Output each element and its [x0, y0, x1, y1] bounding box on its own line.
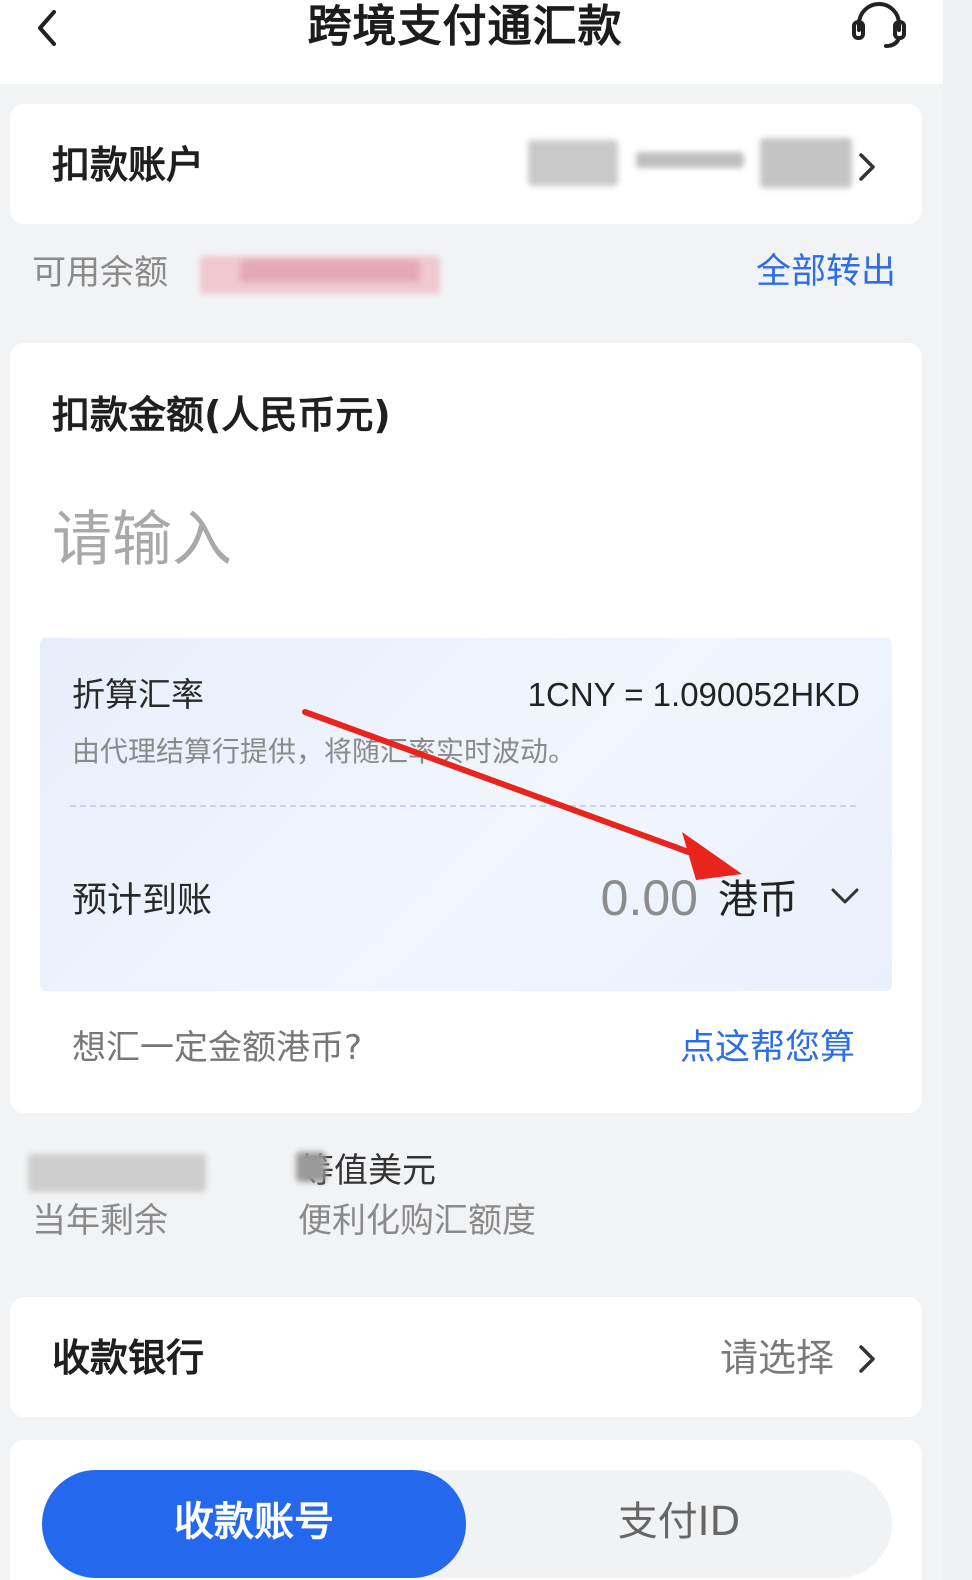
transfer-all-button[interactable]: 全部转出 [756, 248, 896, 296]
divider [70, 805, 856, 807]
usd-label-mask [296, 1152, 326, 1182]
page-title: 跨境支付通汇款 [307, 1, 623, 52]
calc-hint-text: 想汇一定金额港币? [72, 1028, 363, 1068]
tab-payment-id[interactable]: 支付ID [466, 1470, 892, 1578]
tab-account-number[interactable]: 收款账号 [42, 1470, 466, 1578]
available-balance-masked-value [200, 252, 440, 296]
chevron-right-icon[interactable] [856, 150, 878, 184]
exchange-rate-label: 折算汇率 [72, 675, 204, 714]
expected-amount-label: 预计到账 [72, 881, 213, 921]
payee-bank-label: 收款银行 [52, 1336, 205, 1380]
expected-amount-value: 0.00 [600, 870, 698, 926]
headset-icon [852, 2, 906, 48]
debit-account-label: 扣款账户 [52, 143, 205, 187]
calculate-link[interactable]: 点这帮您算 [680, 1024, 855, 1072]
payee-bank-select[interactable]: 请选择 [720, 1332, 834, 1384]
amount-input[interactable] [52, 498, 872, 582]
remaining-quota-label: 当年剩余 [32, 1201, 168, 1241]
amount-label: 扣款金额(人民币元) [52, 393, 391, 437]
chevron-down-icon[interactable] [828, 884, 862, 908]
debit-account-masked-value [528, 134, 852, 190]
exchange-rate-value: 1CNY = 1.090052HKD [527, 676, 860, 713]
available-balance-label: 可用余额 [32, 253, 168, 293]
quota-description-label: 便利化购汇额度 [298, 1201, 536, 1241]
currency-label: 港币 [718, 877, 798, 923]
remaining-quota-masked-value [28, 1154, 206, 1192]
exchange-rate-note: 由代理结算行提供，将随汇率实时波动。 [72, 735, 577, 768]
customer-service-button[interactable] [850, 0, 908, 50]
chevron-right-icon[interactable] [856, 1342, 878, 1376]
screen-edge-strip [943, 0, 972, 1580]
